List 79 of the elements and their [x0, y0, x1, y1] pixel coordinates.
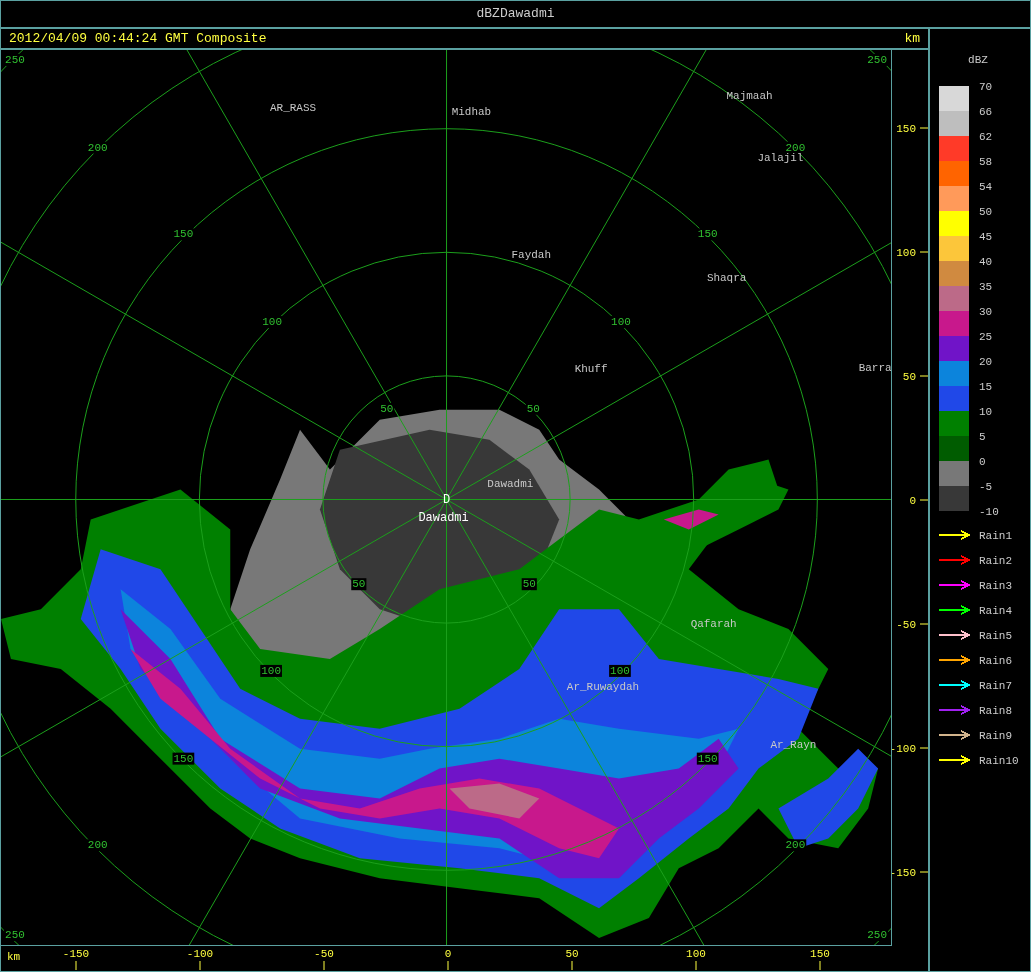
axis-tick-label: 150 — [810, 948, 830, 960]
track-label: Rain9 — [979, 730, 1012, 742]
place-label: Faydah — [511, 249, 551, 262]
scale-label: 40 — [979, 256, 993, 268]
scale-label: 15 — [979, 381, 993, 393]
range-label: 150 — [173, 752, 194, 765]
axis-tick-label: -100 — [186, 948, 214, 960]
range-label: 100 — [261, 664, 281, 677]
axis-tick-label: -50 — [896, 619, 917, 631]
axis-tick-label: 100 — [686, 948, 706, 960]
place-label: AR_RASS — [270, 101, 317, 114]
axis-tick-label: 150 — [896, 123, 917, 135]
range-label: 150 — [697, 228, 718, 241]
scale-label: 10 — [979, 406, 993, 418]
axis-tick-label: -150 — [892, 867, 917, 879]
scale-label: 70 — [979, 81, 993, 93]
range-label: 200 — [87, 141, 108, 154]
window-title: dBZDawadmi — [476, 5, 555, 24]
track-label: Rain3 — [979, 580, 1012, 592]
track-label: Rain4 — [979, 605, 1012, 617]
track-label: Rain10 — [979, 755, 1019, 767]
range-label: 100 — [262, 316, 282, 329]
axis-tick-label: 0 — [909, 495, 917, 507]
range-label: 100 — [610, 664, 630, 677]
track-label: Rain5 — [979, 630, 1012, 642]
range-label: 50 — [380, 402, 394, 415]
range-label: 200 — [785, 141, 806, 154]
scale-label: 66 — [979, 106, 993, 118]
scale-label: 62 — [979, 131, 993, 143]
place-label: Majmaah — [726, 89, 773, 102]
scale-label: -10 — [979, 506, 999, 518]
track-label: Rain1 — [979, 530, 1012, 542]
track-label: Rain7 — [979, 680, 1012, 692]
axis-unit: km — [7, 951, 21, 963]
scale-label: 0 — [979, 456, 986, 468]
axis-tick-label: -50 — [314, 948, 334, 960]
range-label: 250 — [867, 53, 887, 66]
axis-tick-label: -100 — [892, 743, 917, 755]
range-label: 200 — [785, 839, 806, 852]
axis-tick-label: 0 — [444, 948, 452, 960]
track-label: Rain2 — [979, 555, 1012, 567]
range-label: 150 — [173, 228, 194, 241]
place-label: Shaqra — [706, 272, 747, 285]
scale-label: -5 — [979, 481, 993, 493]
site-label: Dawadmi — [418, 511, 469, 526]
timestamp-text: 2012/04/09 00:44:24 GMT Composite — [9, 29, 267, 48]
track-label: Rain6 — [979, 655, 1012, 667]
scale-label: 50 — [979, 206, 993, 218]
site-marker: D — [442, 493, 451, 508]
range-label: 50 — [526, 402, 540, 415]
scale-label: 20 — [979, 356, 993, 368]
scale-label: 5 — [979, 431, 986, 443]
axis-tick-label: 100 — [896, 247, 917, 259]
axis-tick-label: 50 — [902, 371, 917, 383]
range-label: 150 — [697, 752, 718, 765]
place-label: Khuff — [574, 362, 608, 375]
place-label: Dawadmi — [487, 477, 534, 490]
track-label: Rain8 — [979, 705, 1012, 717]
range-label: 50 — [352, 578, 366, 591]
axis-tick-label: 50 — [565, 948, 579, 960]
range-label: 100 — [611, 316, 631, 329]
scale-label: 45 — [979, 231, 993, 243]
range-label: 250 — [5, 53, 25, 66]
range-label: 250 — [5, 929, 25, 942]
place-label: Barra — [858, 361, 892, 374]
axis-unit: km — [904, 29, 920, 48]
axis-tick-label: -150 — [62, 948, 90, 960]
scale-label: 58 — [979, 156, 993, 168]
range-label: 50 — [522, 578, 536, 591]
scale-label: 25 — [979, 331, 993, 343]
scale-label: 35 — [979, 281, 993, 293]
legend-title: dBZ — [968, 54, 988, 66]
place-label: Jalajil — [757, 151, 804, 164]
place-label: Qafarah — [690, 618, 737, 631]
scale-label: 30 — [979, 306, 993, 318]
scale-label: 54 — [979, 181, 993, 193]
range-label: 200 — [87, 839, 108, 852]
place-label: Midhab — [451, 105, 492, 118]
range-label: 250 — [867, 929, 887, 942]
